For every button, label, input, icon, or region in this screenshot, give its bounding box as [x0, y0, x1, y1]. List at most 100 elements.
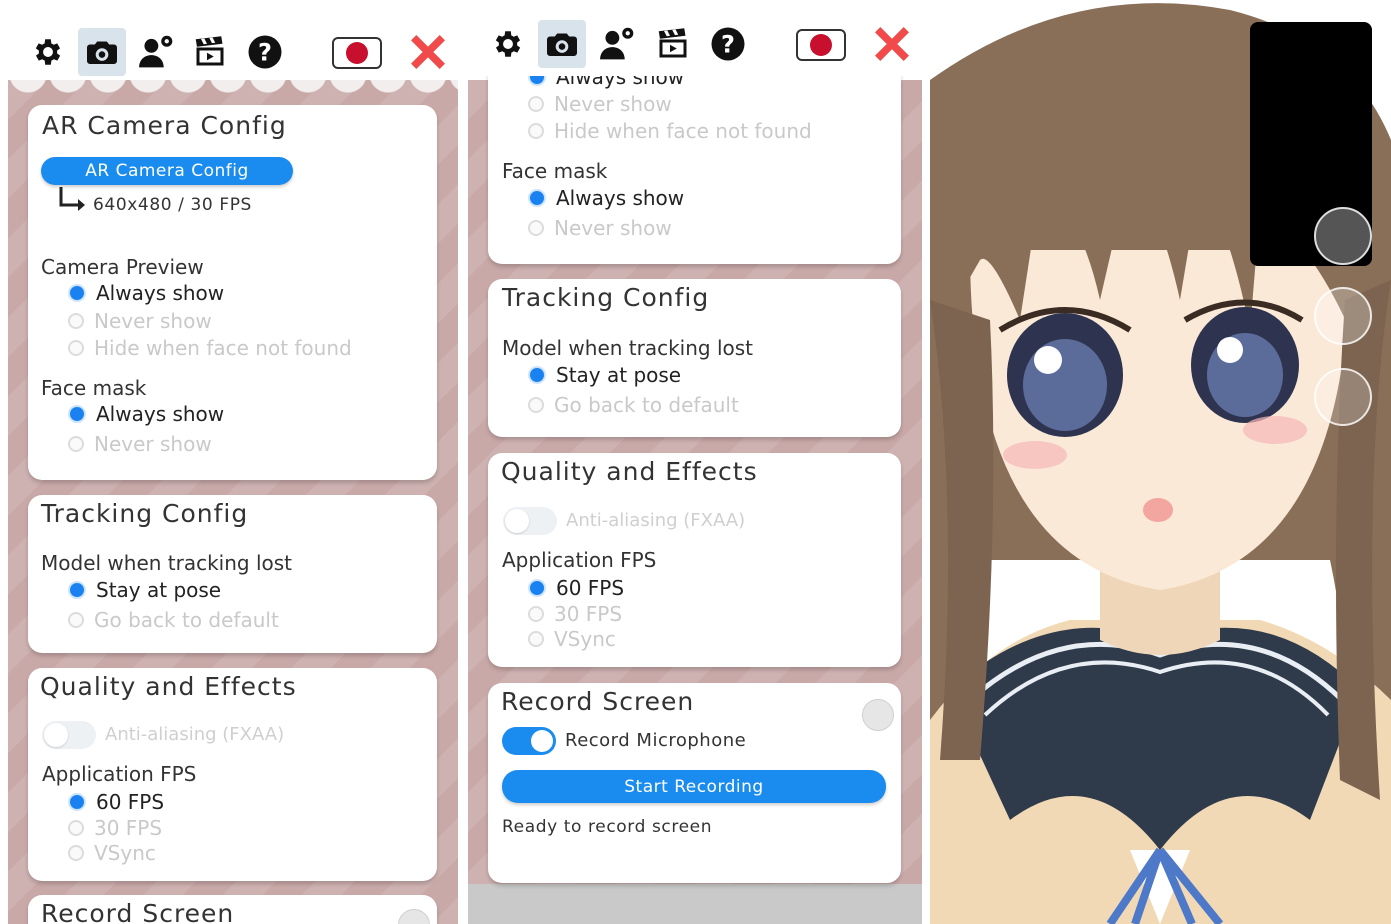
camera-icon	[547, 33, 577, 56]
avatar-settings-button[interactable]	[132, 28, 180, 76]
user-settings-icon	[600, 27, 634, 60]
overlay-control-button-3[interactable]	[1314, 368, 1372, 426]
quality-card: Quality and Effects Anti-aliasing (FXAA)…	[28, 668, 437, 881]
tracking-lost-label: Model when tracking lost	[41, 551, 293, 575]
record-status-indicator	[862, 699, 894, 731]
background-scallop	[8, 80, 458, 96]
close-button[interactable]	[868, 20, 916, 68]
antialiasing-label: Anti-aliasing (FXAA)	[105, 724, 285, 745]
radio-selected	[528, 366, 546, 384]
overlay-control-button-1[interactable]	[1314, 207, 1372, 265]
toolbar: ?	[8, 0, 458, 80]
fps-label: Application FPS	[502, 548, 657, 572]
option-label: 30 FPS	[94, 816, 163, 840]
option-label: Always show	[96, 402, 225, 426]
fps-option-vsync[interactable]: VSync	[68, 841, 156, 865]
language-button[interactable]	[796, 29, 846, 61]
tracking-config-title: Tracking Config	[41, 499, 249, 528]
camera-preview-option-never[interactable]: Never show	[528, 92, 672, 116]
antialiasing-toggle[interactable]	[503, 507, 557, 535]
option-label: Never show	[94, 309, 212, 333]
record-microphone-toggle[interactable]	[502, 727, 556, 755]
face-mask-option-always[interactable]: Always show	[528, 186, 684, 210]
close-icon	[875, 27, 909, 61]
tracking-option-stay[interactable]: Stay at pose	[528, 363, 681, 387]
gear-icon	[35, 39, 61, 65]
close-button[interactable]	[404, 28, 452, 76]
tracking-option-default[interactable]: Go back to default	[68, 608, 279, 632]
face-mask-option-never[interactable]: Never show	[68, 432, 212, 456]
settings-button[interactable]	[484, 20, 532, 68]
fps-option-60[interactable]: 60 FPS	[68, 790, 164, 814]
tracking-option-stay[interactable]: Stay at pose	[68, 578, 221, 602]
tracking-config-card: Tracking Config Model when tracking lost…	[28, 495, 437, 653]
radio-selected	[68, 284, 86, 302]
record-screen-title: Record Screen	[41, 899, 235, 924]
fps-option-vsync[interactable]: VSync	[528, 627, 616, 651]
record-screen-title: Record Screen	[501, 687, 695, 716]
face-mask-option-always[interactable]: Always show	[68, 402, 224, 426]
option-label: Never show	[554, 92, 672, 116]
record-screen-card: Record Screen	[28, 895, 437, 924]
camera-preview-option-hide[interactable]: Hide when face not found	[68, 336, 352, 360]
help-icon: ?	[248, 35, 282, 69]
tracking-config-card: Tracking Config Model when tracking lost…	[488, 279, 901, 437]
option-label: Never show	[554, 216, 672, 240]
language-button[interactable]	[332, 37, 382, 69]
option-label: 60 FPS	[96, 790, 165, 814]
svg-text:?: ?	[721, 30, 735, 58]
face-mask-label: Face mask	[41, 376, 147, 400]
avatar-settings-button[interactable]	[593, 20, 641, 68]
ar-camera-config-button[interactable]: AR Camera Config	[41, 157, 293, 185]
camera-preview-option-hide[interactable]: Hide when face not found	[528, 119, 812, 143]
antialiasing-label: Anti-aliasing (FXAA)	[566, 510, 746, 531]
radio-unselected	[68, 820, 84, 836]
radio-selected	[68, 405, 86, 423]
toolbar: ?	[468, 0, 922, 76]
camera-preview-option-never[interactable]: Never show	[68, 309, 212, 333]
overlay-control-button-2[interactable]	[1314, 287, 1372, 345]
start-recording-button[interactable]: Start Recording	[502, 770, 886, 803]
fps-option-30[interactable]: 30 FPS	[528, 602, 622, 626]
toggle-knob	[505, 509, 529, 533]
tracking-option-default[interactable]: Go back to default	[528, 393, 739, 417]
camera-preview-label: Camera Preview	[41, 255, 204, 279]
settings-panel-middle: Always show Never show Hide when face no…	[468, 0, 922, 924]
option-label: Stay at pose	[96, 578, 222, 602]
camera-tab-button[interactable]	[78, 28, 126, 76]
settings-button[interactable]	[24, 28, 72, 76]
fps-option-30[interactable]: 30 FPS	[68, 816, 162, 840]
face-mask-option-never[interactable]: Never show	[528, 216, 672, 240]
quality-card: Quality and Effects Anti-aliasing (FXAA)…	[488, 453, 901, 667]
radio-unselected	[68, 313, 84, 329]
japan-flag-icon	[810, 34, 832, 56]
option-label: Hide when face not found	[554, 119, 812, 143]
camera-tab-button[interactable]	[538, 20, 586, 68]
radio-unselected	[68, 436, 84, 452]
camera-preview-option-always[interactable]: Always show	[68, 281, 224, 305]
help-button[interactable]: ?	[704, 20, 752, 68]
face-mask-label: Face mask	[502, 159, 608, 183]
gear-icon	[495, 31, 521, 57]
option-label: Never show	[94, 432, 212, 456]
record-microphone-label: Record Microphone	[565, 730, 747, 751]
arrow-icon	[59, 187, 85, 211]
radio-unselected	[528, 606, 544, 622]
fps-label: Application FPS	[42, 762, 197, 786]
tracking-lost-label: Model when tracking lost	[502, 336, 754, 360]
japan-flag-icon	[346, 42, 368, 64]
recording-tab-button[interactable]	[186, 28, 234, 76]
antialiasing-toggle[interactable]	[42, 721, 96, 749]
recording-tab-button[interactable]	[649, 20, 697, 68]
close-icon	[411, 35, 445, 69]
option-label: Stay at pose	[556, 363, 682, 387]
fps-option-60[interactable]: 60 FPS	[528, 576, 624, 600]
camera-resolution: 640x480 / 30 FPS	[93, 195, 252, 215]
bottom-strip	[468, 884, 922, 924]
radio-unselected	[68, 340, 84, 356]
quality-title: Quality and Effects	[501, 457, 758, 486]
quality-title: Quality and Effects	[40, 672, 297, 701]
help-button[interactable]: ?	[241, 28, 289, 76]
settings-panel-left: ? AR Camera Config AR Camera Config 640x…	[8, 0, 458, 924]
record-status-text: Ready to record screen	[502, 817, 713, 837]
